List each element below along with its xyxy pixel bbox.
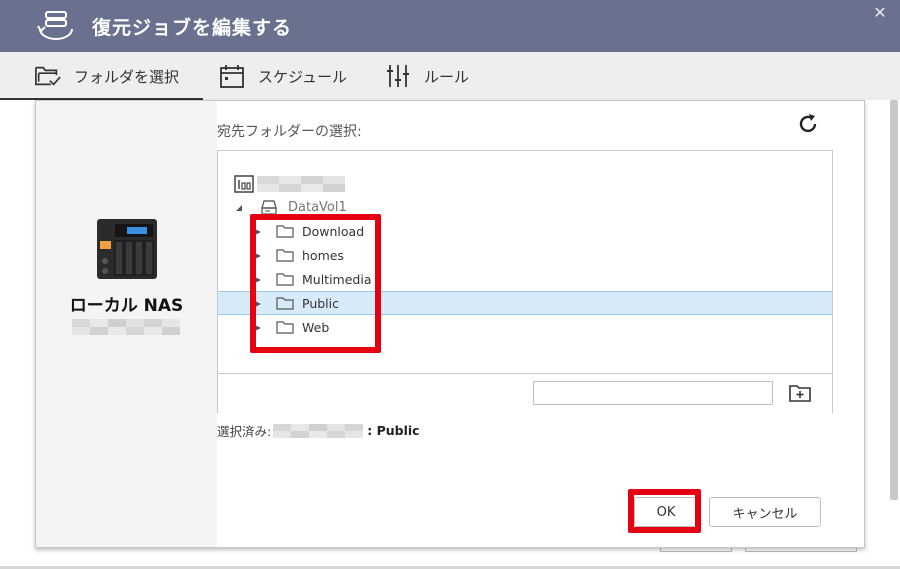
nas-name: ローカル NAS <box>69 296 184 316</box>
new-folder-icon[interactable] <box>788 381 812 405</box>
background-scrollbar[interactable] <box>890 100 898 500</box>
select-destination-dialog: ローカル NAS 宛先フォルダーの選択: DataVol1 Download h… <box>35 100 865 548</box>
tree-node-nas-root[interactable] <box>234 172 345 196</box>
blurred-nas-name <box>257 176 345 192</box>
new-folder-name-input[interactable] <box>533 381 773 405</box>
cancel-button[interactable]: キャンセル <box>709 497 821 527</box>
refresh-icon[interactable] <box>796 112 820 136</box>
highlight-box-folders <box>250 214 381 353</box>
close-icon[interactable]: ✕ <box>871 4 889 22</box>
volume-name: DataVol1 <box>288 199 347 215</box>
server-icon <box>234 175 254 193</box>
window-title-bar: 復元ジョブを編集する ✕ <box>0 0 900 52</box>
destination-label: 宛先フォルダーの選択: <box>217 124 362 140</box>
folder-check-icon <box>34 62 62 90</box>
selected-path-value: : Public <box>367 423 420 438</box>
tab-schedule[interactable]: スケジュール <box>218 52 347 100</box>
selected-path-label: 選択済み: <box>217 424 272 439</box>
blurred-ip-address <box>72 319 180 335</box>
tab-bar: フォルダを選択 スケジュール ルール <box>0 52 900 100</box>
tab-select-folder[interactable]: フォルダを選択 <box>34 52 179 100</box>
new-folder-bar <box>218 373 832 413</box>
calendar-icon <box>218 62 246 90</box>
dialog-title: 復元ジョブを編集する <box>92 17 293 39</box>
highlight-box-ok-button <box>628 489 701 533</box>
collapse-triangle-icon[interactable] <box>236 205 242 211</box>
selected-path-info: 選択済み: : Public <box>217 421 420 440</box>
nas-device-icon <box>97 219 157 279</box>
volume-drive-icon <box>261 200 277 215</box>
source-panel: ローカル NAS <box>36 101 217 547</box>
blurred-nas-name <box>273 423 364 438</box>
sliders-icon <box>384 62 412 90</box>
tab-rule-label: ルール <box>424 67 470 86</box>
tab-select-folder-label: フォルダを選択 <box>74 67 180 86</box>
tab-rule[interactable]: ルール <box>384 52 469 100</box>
tab-schedule-label: スケジュール <box>258 67 347 86</box>
backup-job-icon <box>37 11 73 40</box>
